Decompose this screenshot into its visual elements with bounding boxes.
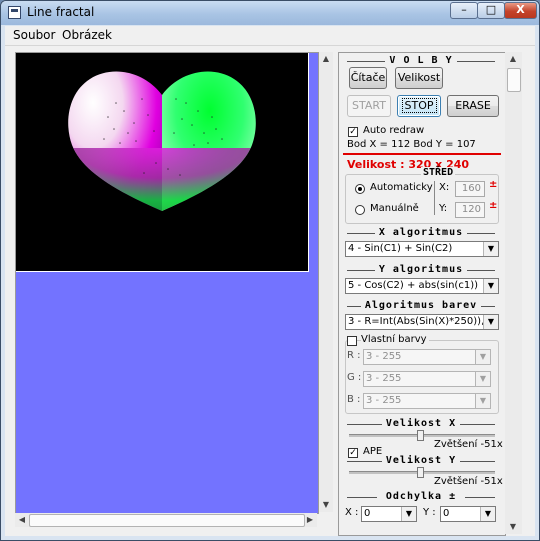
- client-area: ▲ ▼ ◀ ▶ V O L B Y Čítače Velikost START …: [5, 46, 535, 536]
- drawing-area[interactable]: [15, 52, 319, 514]
- app-window: Line fractal – □ X Soubor Obrázek ▲ ▼ ◀ …: [0, 0, 540, 541]
- citace-button[interactable]: Čítače: [349, 67, 387, 89]
- g-label: G :: [347, 372, 362, 383]
- odchylka-x-label: X :: [345, 507, 359, 518]
- volby-section-title: V O L B Y: [343, 55, 499, 67]
- minimize-button[interactable]: –: [450, 2, 478, 19]
- b-select[interactable]: 3 - 255 ▼: [363, 393, 491, 409]
- dropdown-arrow-icon: ▼: [483, 242, 498, 256]
- menu-obrazek[interactable]: Obrázek: [62, 28, 112, 42]
- odchylka-title: Odchylka ±: [343, 491, 499, 503]
- vlastni-barvy-label: Vlastní barvy: [361, 334, 429, 345]
- dropdown-arrow-icon: ▼: [401, 507, 416, 521]
- menu-soubor[interactable]: Soubor: [13, 28, 55, 42]
- stred-x-plusminus[interactable]: ±: [489, 179, 497, 190]
- start-button[interactable]: START: [347, 95, 391, 117]
- drawing-hscrollbar[interactable]: ◀ ▶: [15, 513, 317, 527]
- dropdown-arrow-icon: ▼: [480, 507, 495, 521]
- scroll-up-arrow-icon[interactable]: ▲: [319, 52, 333, 66]
- stred-y-plusminus[interactable]: ±: [489, 200, 497, 211]
- stop-button[interactable]: STOP: [397, 95, 441, 117]
- velikost-button[interactable]: Velikost: [395, 67, 443, 89]
- erase-button[interactable]: ERASE: [447, 95, 499, 117]
- manualne-radio[interactable]: [355, 205, 365, 215]
- menu-bar: Soubor Obrázek: [5, 26, 535, 46]
- zoom-x-label: Zvětšení -51x: [434, 439, 503, 450]
- stred-title: STŘED: [421, 167, 456, 178]
- x-algoritmus-select[interactable]: 4 - Sin(C1) + Sin(C2) ▼: [345, 241, 499, 257]
- app-icon[interactable]: [8, 6, 21, 19]
- drawing-vscrollbar[interactable]: ▲ ▼: [319, 52, 333, 512]
- odchylka-y-label: Y :: [423, 507, 436, 518]
- scroll-up-arrow-icon[interactable]: ▲: [506, 52, 520, 66]
- velikost-y-slider-thumb[interactable]: [417, 467, 424, 478]
- close-button[interactable]: X: [504, 2, 537, 19]
- dropdown-arrow-icon: ▼: [475, 350, 490, 364]
- fractal-canvas[interactable]: [16, 53, 309, 272]
- scroll-right-arrow-icon[interactable]: ▶: [303, 513, 317, 527]
- automaticky-label: Automaticky: [370, 182, 433, 193]
- auto-redraw-label: Auto redraw: [363, 125, 425, 136]
- g-select[interactable]: 3 - 255 ▼: [363, 371, 491, 387]
- dropdown-arrow-icon: ▼: [475, 372, 490, 386]
- panel-vscroll-thumb[interactable]: [507, 68, 521, 92]
- odchylka-y-select[interactable]: 0 ▼: [440, 506, 496, 522]
- stred-x-input[interactable]: 160: [455, 181, 485, 197]
- options-panel: V O L B Y Čítače Velikost START STOP ERA…: [338, 52, 506, 536]
- stred-divider: [434, 181, 435, 215]
- dropdown-arrow-icon: ▼: [475, 394, 490, 408]
- auto-redraw-checkbox[interactable]: ✓: [348, 127, 358, 137]
- r-label: R :: [347, 350, 361, 361]
- hscroll-thumb[interactable]: [29, 514, 305, 527]
- bod-coordinates: Bod X = 112 Bod Y = 107: [347, 139, 476, 150]
- odchylka-x-select[interactable]: 0 ▼: [361, 506, 417, 522]
- velikost-x-slider-thumb[interactable]: [417, 430, 424, 441]
- x-algoritmus-title: X algoritmus: [343, 227, 499, 239]
- y-algoritmus-select[interactable]: 5 - Cos(C2) + abs(sin(c1)) ▼: [345, 278, 499, 294]
- velikost-y-title: Velikost Y: [343, 455, 499, 467]
- b-label: B :: [347, 394, 361, 405]
- fractal-heart-image: [68, 71, 256, 211]
- panel-vscrollbar[interactable]: ▲ ▼: [505, 52, 522, 534]
- stred-x-label: X:: [439, 182, 450, 193]
- title-bar[interactable]: Line fractal – □ X: [1, 1, 539, 25]
- window-title: Line fractal: [27, 5, 95, 19]
- r-select[interactable]: 3 - 255 ▼: [363, 349, 491, 365]
- algoritmus-barev-title: Algoritmus barev: [343, 300, 499, 312]
- stred-y-input[interactable]: 120: [455, 202, 485, 218]
- dropdown-arrow-icon: ▼: [483, 315, 498, 329]
- red-divider: [343, 153, 501, 155]
- vlastni-barvy-checkbox[interactable]: [347, 336, 357, 346]
- dropdown-arrow-icon: ▼: [483, 279, 498, 293]
- y-algoritmus-title: Y algoritmus: [343, 264, 499, 276]
- scroll-down-arrow-icon[interactable]: ▼: [319, 498, 333, 512]
- manualne-label: Manuálně: [370, 203, 419, 214]
- scroll-down-arrow-icon[interactable]: ▼: [506, 520, 520, 534]
- maximize-button[interactable]: □: [477, 2, 505, 19]
- automaticky-radio[interactable]: [355, 184, 365, 194]
- algoritmus-barev-select[interactable]: 3 - R=Int(Abs(Sin(X)*250)), G=Int▼: [345, 314, 499, 330]
- velikost-x-title: Velikost X: [343, 418, 499, 430]
- scroll-left-arrow-icon[interactable]: ◀: [15, 513, 29, 527]
- zoom-y-label: Zvětšení -51x: [434, 476, 503, 487]
- stred-y-label: Y:: [439, 203, 448, 214]
